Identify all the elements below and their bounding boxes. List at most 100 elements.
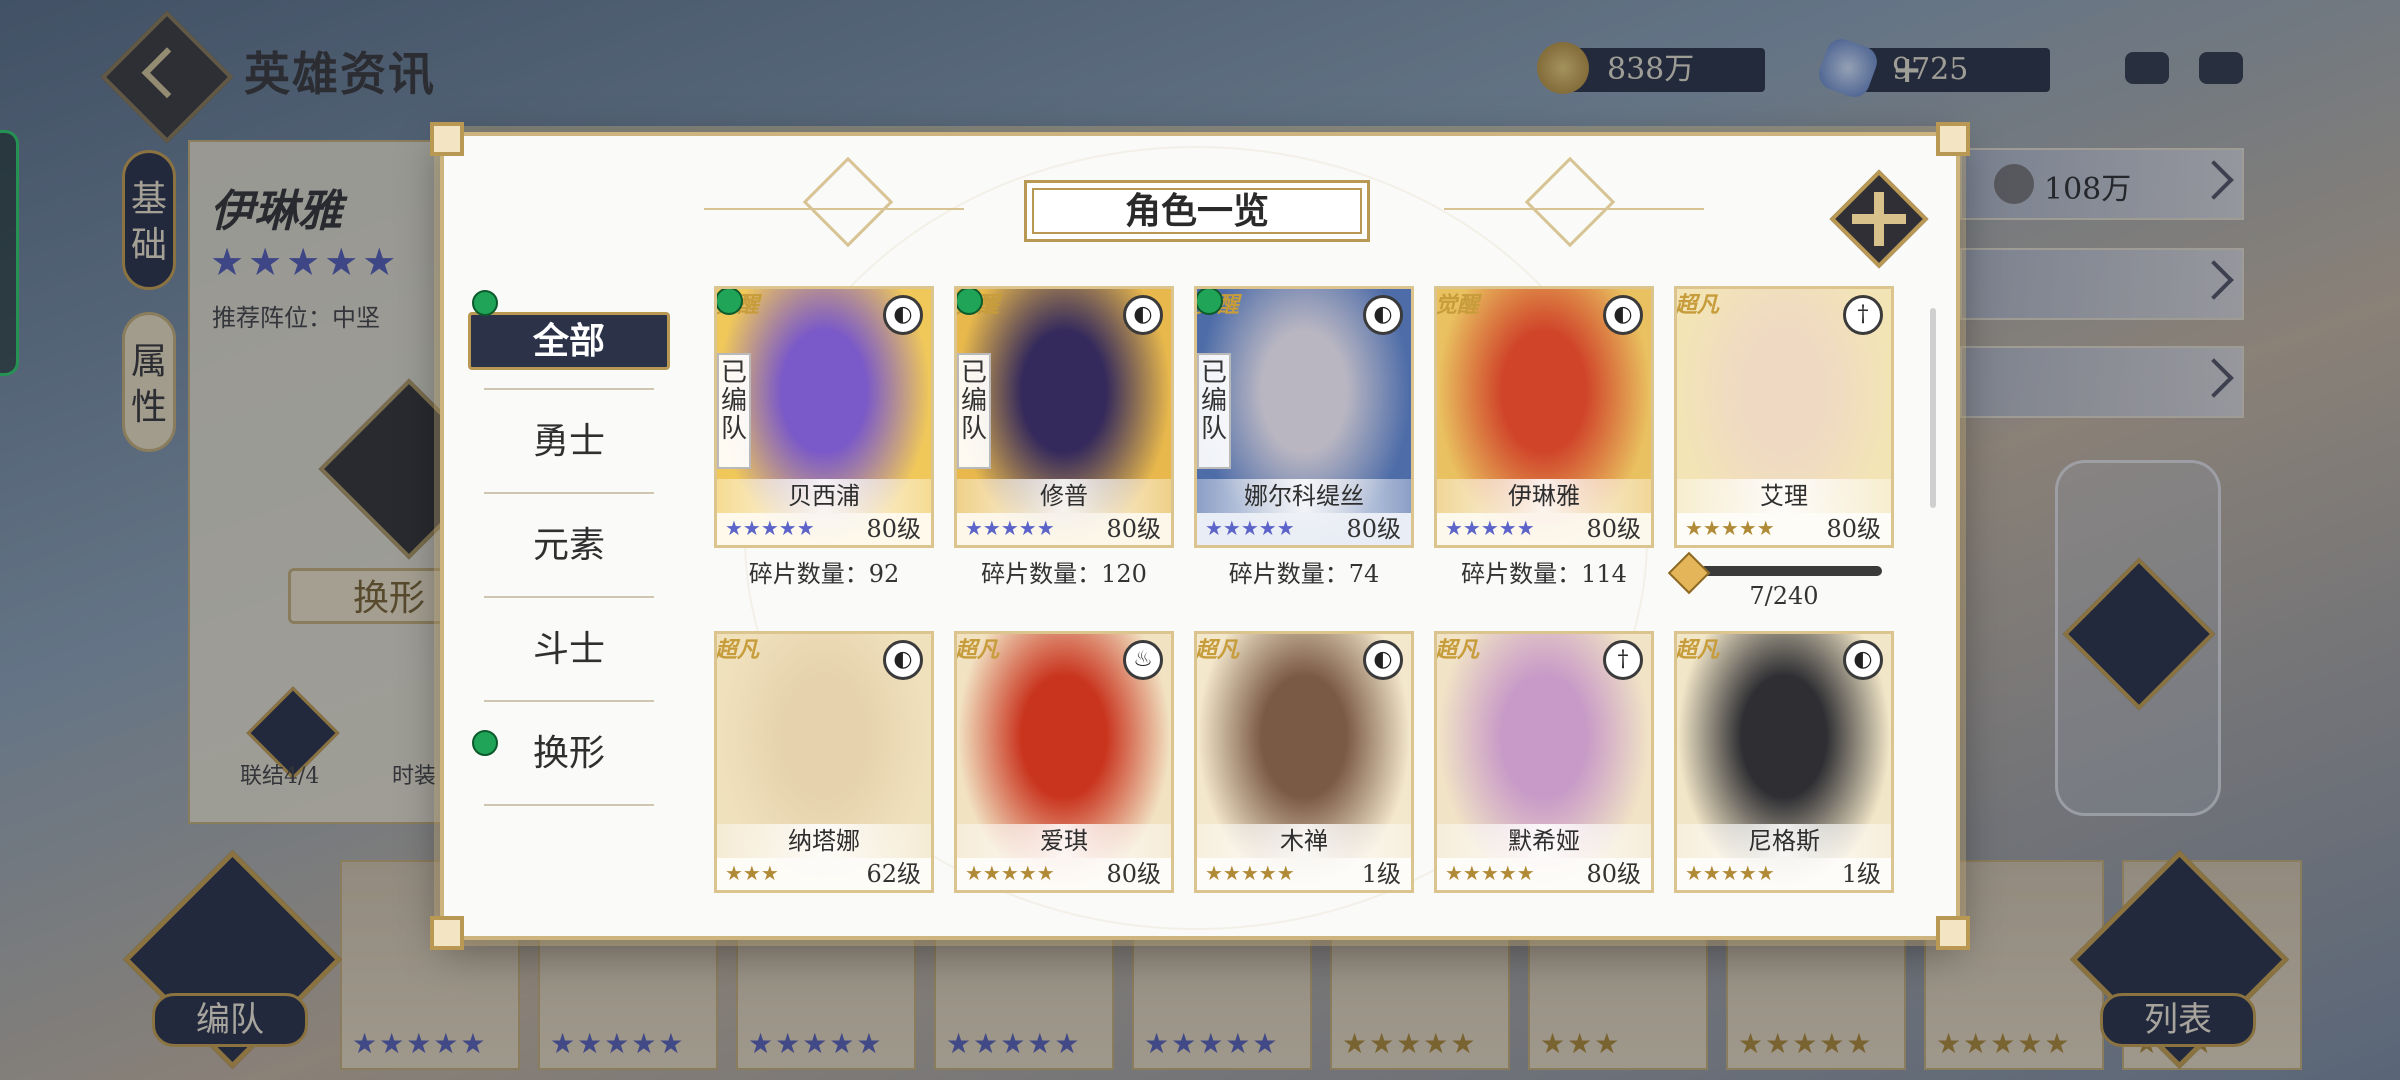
hero-info-band: ★★★★★ 80级 <box>1437 513 1651 545</box>
hero-card[interactable]: 觉醒◐已 编 队贝西浦★★★★★80级 <box>714 286 934 548</box>
character-list-modal: 角色一览 全部勇士元素斗士换形 觉醒◐已 编 队贝西浦★★★★★80级碎片数量：… <box>430 122 1970 950</box>
rarity-badge: 觉醒 <box>1435 292 1480 318</box>
in-team-tag: 已 编 队 <box>1197 353 1231 469</box>
hero-stars: ★★★ <box>725 861 779 885</box>
in-team-tag: 已 编 队 <box>717 353 751 469</box>
hero-info-band: ★★★★★ 1级 <box>1197 858 1411 890</box>
hero-card[interactable]: 超凡 † 默希娅 ★★★★★ 80级 <box>1434 631 1654 893</box>
diamond-ornament <box>802 156 894 248</box>
hero-stars: ★★★★★ <box>1445 861 1535 885</box>
hero-card[interactable]: 觉醒◐已 编 队修普★★★★★80级 <box>954 286 1174 548</box>
mask-class-icon: ◐ <box>1603 295 1643 335</box>
hero-name: 尼格斯 <box>1677 824 1891 858</box>
hero-stars: ★★★★★ <box>1205 516 1295 540</box>
category-label: 换形 <box>532 733 605 774</box>
category-tab-4[interactable]: 换形 <box>464 702 674 806</box>
progress-track <box>1692 566 1882 576</box>
category-label: 全部 <box>468 312 670 370</box>
hero-info-band: ★★★★★ 80级 <box>1197 513 1411 545</box>
fragment-count: 碎片数量：120 <box>981 560 1147 588</box>
hero-card[interactable]: 觉醒 ◐ 伊琳雅 ★★★★★ 80级 <box>1434 286 1654 548</box>
category-tab-2[interactable]: 元素 <box>464 494 674 598</box>
corner-ornament <box>430 122 464 156</box>
rarity-badge: 超凡 <box>1675 637 1720 663</box>
notification-dot-icon <box>1197 289 1223 315</box>
mask-class-icon: ◐ <box>1123 295 1163 335</box>
hero-name: 纳塔娜 <box>717 824 931 858</box>
hero-level: 80级 <box>1106 860 1161 888</box>
fragment-count: 碎片数量：92 <box>748 560 900 588</box>
hero-level: 80级 <box>1346 515 1401 543</box>
hero-card[interactable]: 超凡 † 艾理 ★★★★★ 80级 <box>1674 286 1894 548</box>
hero-name: 爱琪 <box>957 824 1171 858</box>
hero-stars: ★★★★★ <box>1685 516 1775 540</box>
fragment-count: 碎片数量：74 <box>1228 560 1380 588</box>
mask-class-icon: ◐ <box>883 295 923 335</box>
flask-class-icon: ♨ <box>1123 640 1163 680</box>
modal-title: 角色一览 <box>1024 180 1370 242</box>
in-team-tag: 已 编 队 <box>957 353 991 469</box>
hero-stars: ★★★★★ <box>1205 861 1295 885</box>
diamond-ornament <box>1524 156 1616 248</box>
hero-card[interactable]: 超凡 ◐ 木禅 ★★★★★ 1级 <box>1194 631 1414 893</box>
hero-card[interactable]: 超凡 ◐ 纳塔娜 ★★★ 62级 <box>714 631 934 893</box>
mask-class-icon: ◐ <box>883 640 923 680</box>
rarity-badge: 超凡 <box>955 637 1000 663</box>
hero-name: 木禅 <box>1197 824 1411 858</box>
hero-name: 艾理 <box>1677 479 1891 513</box>
hero-info-band: ★★★★★ 80级 <box>717 513 931 545</box>
category-separator <box>484 804 654 806</box>
rarity-badge: 超凡 <box>1195 637 1240 663</box>
close-button[interactable] <box>1829 169 1929 269</box>
hero-name: 伊琳雅 <box>1437 479 1651 513</box>
category-tab-0[interactable]: 全部 <box>464 286 674 390</box>
notification-dot-icon <box>717 289 743 315</box>
category-label: 元素 <box>532 525 605 566</box>
corner-ornament <box>1936 916 1970 950</box>
hero-level: 80级 <box>1826 515 1881 543</box>
hero-level: 1级 <box>1841 860 1881 888</box>
hero-card[interactable]: 超凡 ♨ 爱琪 ★★★★★ 80级 <box>954 631 1174 893</box>
hero-info-band: ★★★★★ 80级 <box>1437 858 1651 890</box>
hero-name: 娜尔科缇丝 <box>1197 479 1411 513</box>
hero-level: 80级 <box>1106 515 1161 543</box>
hero-stars: ★★★★★ <box>1685 861 1775 885</box>
hero-card[interactable]: 超凡 ◐ 尼格斯 ★★★★★ 1级 <box>1674 631 1894 893</box>
corner-ornament <box>1936 122 1970 156</box>
notification-dot-icon <box>472 730 498 756</box>
sword-class-icon: † <box>1843 295 1883 335</box>
hero-level: 1级 <box>1361 860 1401 888</box>
category-tab-3[interactable]: 斗士 <box>464 598 674 702</box>
mask-class-icon: ◐ <box>1363 640 1403 680</box>
category-tab-1[interactable]: 勇士 <box>464 390 674 494</box>
hero-level: 80级 <box>866 515 921 543</box>
hero-info-band: ★★★★★ 80级 <box>957 858 1171 890</box>
corner-ornament <box>430 916 464 950</box>
notification-dot-icon <box>957 289 983 315</box>
sword-class-icon: † <box>1603 640 1643 680</box>
rarity-badge: 超凡 <box>1435 637 1480 663</box>
hero-info-band: ★★★★★ 80级 <box>957 513 1171 545</box>
hero-name: 贝西浦 <box>717 479 931 513</box>
hero-info-band: ★★★ 62级 <box>717 858 931 890</box>
hero-name: 修普 <box>957 479 1171 513</box>
notification-dot-icon <box>472 290 498 316</box>
hero-level: 80级 <box>1586 515 1641 543</box>
fragment-progress: 7/240 <box>1667 551 1894 610</box>
hero-stars: ★★★★★ <box>1445 516 1535 540</box>
grid-scrollbar[interactable] <box>1930 308 1936 508</box>
progress-text: 7/240 <box>1749 582 1819 610</box>
hero-name: 默希娅 <box>1437 824 1651 858</box>
category-tabs: 全部勇士元素斗士换形 <box>464 286 674 806</box>
rarity-badge: 超凡 <box>715 637 760 663</box>
hero-info-band: ★★★★★ 1级 <box>1677 858 1891 890</box>
category-label: 勇士 <box>532 421 605 462</box>
hero-level: 62级 <box>866 860 921 888</box>
rarity-badge: 超凡 <box>1675 292 1720 318</box>
mask-class-icon: ◐ <box>1363 295 1403 335</box>
hero-level: 80级 <box>1586 860 1641 888</box>
mask-class-icon: ◐ <box>1843 640 1883 680</box>
hero-stars: ★★★★★ <box>965 861 1055 885</box>
hero-stars: ★★★★★ <box>965 516 1055 540</box>
hero-card[interactable]: 觉醒◐已 编 队娜尔科缇丝★★★★★80级 <box>1194 286 1414 548</box>
